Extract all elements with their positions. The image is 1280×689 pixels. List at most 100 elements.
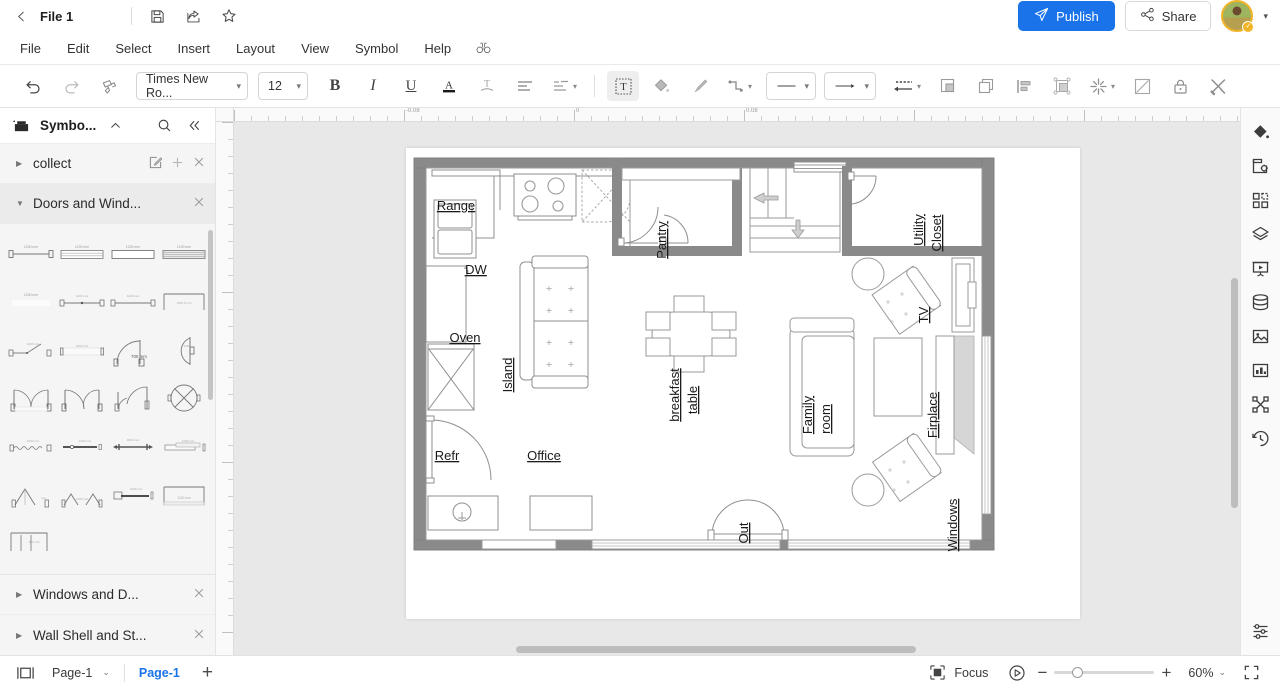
- bold-button[interactable]: B: [319, 71, 351, 101]
- symbol-item[interactable]: 1200 mm: [158, 426, 209, 466]
- floorplan-label[interactable]: breakfast: [667, 368, 682, 422]
- layers-icon[interactable]: [1245, 218, 1277, 250]
- menu-help[interactable]: Help: [412, 37, 463, 60]
- floorplan-label[interactable]: DW: [465, 262, 487, 277]
- brush-icon[interactable]: [683, 71, 715, 101]
- menu-symbol[interactable]: Symbol: [343, 37, 410, 60]
- publish-button[interactable]: Publish: [1018, 1, 1115, 31]
- bring-to-front-icon[interactable]: [932, 71, 964, 101]
- symbol-item[interactable]: 1800 mm: [108, 426, 159, 466]
- chevron-left-icon[interactable]: [8, 3, 34, 29]
- redo-icon[interactable]: [55, 71, 87, 101]
- floorplan-label[interactable]: Office: [527, 448, 561, 463]
- page-selector-label[interactable]: Page-1: [52, 666, 92, 680]
- symbol-item[interactable]: 1200 mm: [158, 474, 209, 514]
- floorplan-label[interactable]: Pantry: [654, 221, 669, 259]
- sidebar-section-collect[interactable]: ▶ collect: [0, 144, 215, 184]
- line-style-select[interactable]: ▾: [766, 72, 817, 100]
- mindmap-icon[interactable]: [1245, 388, 1277, 420]
- floor-plan-drawing[interactable]: Range DW Oven Refr Island Office Pantry breakfa…: [406, 148, 1080, 619]
- app-grid-icon[interactable]: [1245, 184, 1277, 216]
- font-color-icon[interactable]: A: [433, 71, 465, 101]
- page-view-icon[interactable]: [12, 660, 38, 686]
- font-family-select[interactable]: Times New Ro... ▾: [136, 72, 248, 100]
- symbol-palette[interactable]: 1200 mm 1200 mm 1200 mm 1200 mm 1200 mm …: [0, 224, 215, 574]
- symbol-item[interactable]: 1200 mm: [108, 234, 159, 274]
- fill-bucket-icon[interactable]: [645, 71, 677, 101]
- close-icon[interactable]: [193, 156, 205, 171]
- menu-insert[interactable]: Insert: [166, 37, 223, 60]
- font-size-select[interactable]: 12 ▾: [258, 72, 308, 100]
- canvas-vertical-scrollbar[interactable]: [1231, 278, 1238, 508]
- text-box-icon[interactable]: T: [607, 71, 640, 101]
- canvas-horizontal-scrollbar[interactable]: [516, 646, 916, 653]
- symbol-item[interactable]: 1200 mm: [108, 474, 159, 514]
- menu-select[interactable]: Select: [103, 37, 163, 60]
- effects-icon[interactable]: ▾: [1084, 71, 1120, 101]
- symbol-item[interactable]: 700 mm: [108, 330, 159, 370]
- chevron-up-icon[interactable]: [104, 115, 126, 137]
- menu-file[interactable]: File: [8, 37, 53, 60]
- close-icon[interactable]: [193, 196, 205, 211]
- fill-color-icon[interactable]: [1245, 116, 1277, 148]
- plus-icon[interactable]: [171, 156, 184, 172]
- history-icon[interactable]: [1245, 422, 1277, 454]
- zoom-level-value[interactable]: 60%: [1188, 666, 1213, 680]
- tools-icon[interactable]: [1202, 71, 1234, 101]
- account-menu-caret[interactable]: ▾: [1263, 11, 1268, 22]
- palette-scrollbar[interactable]: [208, 230, 213, 400]
- horizontal-ruler[interactable]: -0.08 0 0.08: [234, 108, 1240, 122]
- symbol-item[interactable]: [158, 378, 209, 418]
- double-chevron-left-icon[interactable]: [183, 115, 205, 137]
- symbol-item[interactable]: 1200: [158, 330, 209, 370]
- document-page[interactable]: ▫▫ ▫▫ ▫▫▫ Range DW Oven Refr Island Offi…: [406, 148, 1080, 619]
- sidebar-section-wall-shell[interactable]: ▶ Wall Shell and St...: [0, 615, 215, 655]
- focus-icon[interactable]: [924, 660, 950, 686]
- binoculars-icon[interactable]: [465, 37, 502, 59]
- symbol-item[interactable]: 1200 mm: [6, 282, 57, 322]
- connector-icon[interactable]: ▾: [721, 71, 757, 101]
- symbol-item[interactable]: [57, 378, 108, 418]
- floorplan-label[interactable]: TV: [916, 306, 931, 323]
- more-options-icon[interactable]: [1245, 615, 1277, 647]
- floorplan-label[interactable]: Windows: [945, 498, 960, 551]
- canvas-scroller[interactable]: ▫▫ ▫▫ ▫▫▫ Range DW Oven Refr Island Offi…: [234, 122, 1240, 655]
- database-icon[interactable]: [1245, 286, 1277, 318]
- add-page-button[interactable]: +: [202, 662, 213, 684]
- zoom-slider[interactable]: [1054, 667, 1155, 678]
- chart-icon[interactable]: [1245, 354, 1277, 386]
- dash-style-icon[interactable]: ▾: [887, 71, 926, 101]
- sidebar-section-windows-and-doors[interactable]: ▶ Windows and D...: [0, 575, 215, 615]
- align-left-icon[interactable]: [509, 71, 541, 101]
- shape-settings-icon[interactable]: [1245, 150, 1277, 182]
- vertical-ruler[interactable]: [216, 122, 234, 655]
- floorplan-label[interactable]: Oven: [449, 330, 480, 345]
- close-icon[interactable]: [193, 587, 205, 602]
- symbol-item[interactable]: mm: [6, 474, 57, 514]
- save-icon[interactable]: [146, 5, 168, 27]
- edit-icon[interactable]: [149, 156, 163, 172]
- fullscreen-icon[interactable]: [1238, 660, 1264, 686]
- floorplan-label[interactable]: Utility: [911, 214, 926, 246]
- edit-shape-icon[interactable]: [1126, 71, 1158, 101]
- symbol-item[interactable]: 1587.5 mm: [158, 282, 209, 322]
- menu-edit[interactable]: Edit: [55, 37, 101, 60]
- group-icon[interactable]: [1046, 71, 1078, 101]
- avatar[interactable]: ✓: [1221, 0, 1255, 33]
- focus-label[interactable]: Focus: [954, 666, 988, 680]
- symbol-item[interactable]: [108, 378, 159, 418]
- symbol-item[interactable]: 1200 mm: [57, 282, 108, 322]
- lock-icon[interactable]: [1164, 71, 1196, 101]
- symbol-item[interactable]: 800 mm: [6, 522, 57, 562]
- share-button[interactable]: Share: [1124, 1, 1212, 31]
- zoom-in-button[interactable]: +: [1154, 663, 1178, 683]
- symbol-item[interactable]: 1200 mm: [57, 474, 108, 514]
- file-name[interactable]: File 1: [40, 9, 73, 24]
- symbol-item[interactable]: 1200 mm: [57, 234, 108, 274]
- search-icon[interactable]: [153, 115, 175, 137]
- canvas-area[interactable]: -0.08 0 0.08 ▫▫ ▫▫ ▫▫▫ Range DW Oven Ref…: [216, 108, 1240, 655]
- underline-button[interactable]: U: [395, 71, 427, 101]
- floorplan-label[interactable]: Range: [437, 198, 475, 213]
- floorplan-label[interactable]: Family: [800, 395, 815, 434]
- zoom-chevron-down-icon[interactable]: ⌄: [1218, 667, 1226, 678]
